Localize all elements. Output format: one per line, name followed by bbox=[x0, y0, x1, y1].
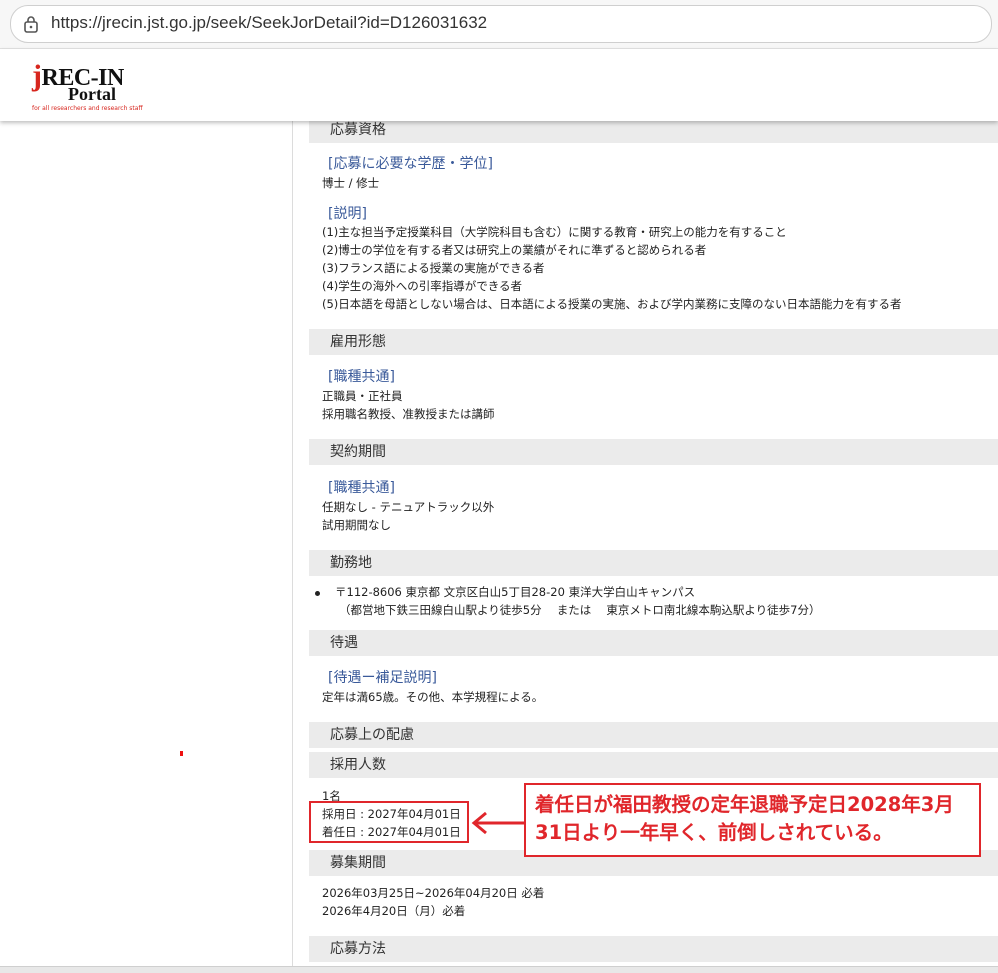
logo-sub-text: Portal bbox=[68, 84, 116, 104]
section-header-contract: 契約期間 bbox=[309, 439, 998, 465]
section-header-hires: 採用人数 bbox=[309, 752, 998, 778]
left-sidebar bbox=[0, 121, 293, 966]
annotation-line: 着任日が福田教授の定年退職予定日2028年3月 bbox=[535, 793, 954, 816]
treatment-label: [待遇ー補足説明] bbox=[328, 670, 437, 686]
employment-label: [職種共通] bbox=[328, 369, 395, 385]
url-text[interactable]: https://jrecin.jst.go.jp/seek/SeekJorDet… bbox=[51, 13, 487, 33]
red-mark bbox=[180, 751, 183, 756]
section-header-method: 応募方法 bbox=[309, 936, 998, 962]
date-highlight-box bbox=[309, 801, 469, 843]
period-line: 2026年03月25日~2026年04月20日 必着 bbox=[322, 886, 545, 900]
bullet-dot bbox=[315, 591, 320, 596]
section-header-treatment: 待遇 bbox=[309, 630, 998, 656]
jrecin-logo[interactable]: jREC-IN Portal for all researchers and r… bbox=[32, 59, 182, 112]
annotation-line: 31日より一年早く、前倒しされている。 bbox=[535, 821, 893, 844]
qualification-line: (3)フランス語による授業の実施ができる者 bbox=[322, 261, 545, 275]
section-header-location: 勤務地 bbox=[309, 550, 998, 576]
degree-label: [応募に必要な学歴・学位] bbox=[328, 156, 493, 172]
qualification-line: (2)博士の学位を有する者又は研究上の業績がそれに準ずると認められる者 bbox=[322, 243, 707, 257]
explain-label: [説明] bbox=[328, 206, 367, 222]
degree-value: 博士 / 修士 bbox=[322, 176, 380, 190]
lock-icon[interactable] bbox=[23, 15, 39, 33]
logo-tagline: for all researchers and research staff bbox=[32, 105, 143, 112]
location-address: 〒112-8606 東京都 文京区白山5丁目28-20 東洋大学白山キャンパス bbox=[335, 585, 696, 599]
section-header-employment: 雇用形態 bbox=[309, 329, 998, 355]
browser-toolbar: https://jrecin.jst.go.jp/seek/SeekJorDet… bbox=[0, 0, 998, 49]
treatment-text: 定年は満65歳。その他、本学規程による。 bbox=[322, 690, 544, 704]
contract-label: [職種共通] bbox=[328, 480, 395, 496]
period-line: 2026年4月20日（月）必着 bbox=[322, 904, 466, 918]
arrow-left-icon bbox=[471, 811, 526, 835]
annotation-callout: 着任日が福田教授の定年退職予定日2028年3月 31日より一年早く、前倒しされて… bbox=[524, 783, 981, 857]
qualification-line: (4)学生の海外への引率指導ができる者 bbox=[322, 279, 523, 293]
qualification-line: (5)日本語を母語としない場合は、日本語による授業の実施、および学内業務に支障の… bbox=[322, 297, 902, 311]
contract-line: 試用期間なし bbox=[322, 518, 391, 532]
section-header-considerations: 応募上の配慮 bbox=[309, 722, 998, 748]
site-header: jREC-IN Portal for all researchers and r… bbox=[0, 49, 998, 121]
employment-line: 採用職名教授、准教授または講師 bbox=[322, 407, 495, 421]
employment-line: 正職員・正社員 bbox=[322, 389, 403, 403]
qualification-line: (1)主な担当予定授業科目（大学院科目も含む）に関する教育・研究上の能力を有する… bbox=[322, 225, 787, 239]
contract-line: 任期なし - テニュアトラック以外 bbox=[322, 500, 495, 514]
address-bar[interactable]: https://jrecin.jst.go.jp/seek/SeekJorDet… bbox=[10, 5, 992, 43]
location-access: （都営地下鉄三田線白山駅より徒歩5分 または 東京メトロ南北線本駒込駅より徒歩7… bbox=[339, 603, 821, 617]
